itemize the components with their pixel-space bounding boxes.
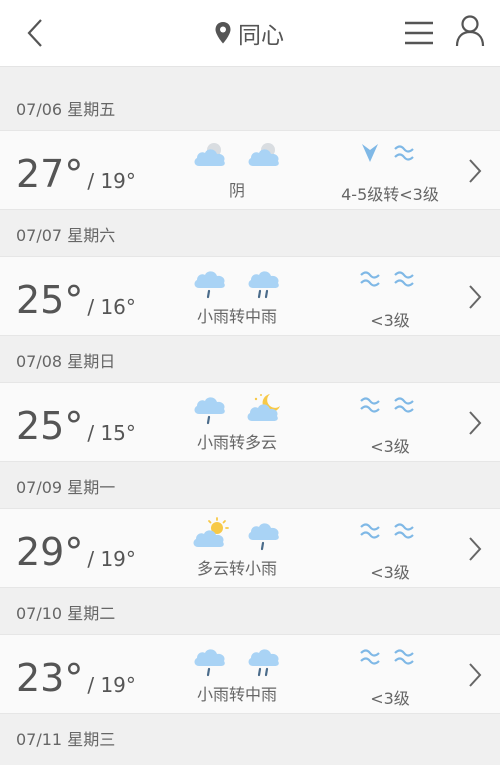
wind-desc: <3级	[370, 437, 410, 456]
user-icon	[455, 15, 485, 47]
weather-desc: 多云转小雨	[196, 559, 277, 578]
weather-desc: 小雨转中雨	[196, 307, 277, 326]
light-rain-icon	[194, 649, 225, 677]
light-rain-icon	[248, 523, 279, 551]
light-rain-icon	[248, 649, 279, 677]
light-rain-icon	[194, 271, 225, 299]
low-temp: / 16°	[87, 295, 136, 319]
wind-direction-icon	[362, 144, 378, 162]
cloudy-icon	[248, 143, 279, 166]
chevron-right-icon	[469, 285, 482, 309]
day-date-header: 07/07 星期六	[16, 226, 116, 245]
location-title[interactable]: 同心	[214, 16, 284, 50]
weather-desc: 阴	[228, 181, 245, 200]
user-button[interactable]	[454, 14, 486, 48]
chevron-left-icon	[27, 19, 42, 47]
day-date-header: 07/11 星期三	[16, 730, 116, 749]
location-pin-icon	[215, 22, 231, 44]
wind-wave-icon	[394, 271, 414, 287]
day-date-header: 07/08 星期日	[16, 352, 116, 371]
weather-desc: 小雨转中雨	[196, 685, 277, 704]
wind-wave-icon	[360, 649, 380, 665]
wind-wave-icon	[360, 397, 380, 413]
chevron-right-icon	[469, 537, 482, 561]
wind-wave-icon	[394, 397, 414, 413]
low-temp: / 15°	[87, 421, 136, 445]
wind-desc: <3级	[370, 689, 410, 708]
menu-button[interactable]	[402, 18, 436, 48]
day-date-header: 07/09 星期一	[16, 478, 116, 497]
day-forecast-row[interactable]: 29°/ 19° 多云转小雨 <3级	[0, 508, 500, 588]
back-button[interactable]	[20, 18, 50, 48]
day-forecast-row[interactable]: 27°/ 19° 阴 4-5级转<3级	[0, 130, 500, 210]
high-temp: 29°	[16, 530, 84, 574]
high-temp: 23°	[16, 656, 84, 700]
wind-desc: <3级	[370, 563, 410, 582]
wind-desc: <3级	[370, 311, 410, 330]
day-forecast-row[interactable]: 25°/ 15° 小雨转多云 <3级	[0, 382, 500, 462]
high-temp: 27°	[16, 152, 84, 196]
partly-cloudy-night-icon	[247, 394, 280, 421]
high-temp: 25°	[16, 278, 84, 322]
low-temp: / 19°	[87, 547, 136, 571]
day-date-header: 07/06 星期五	[16, 100, 116, 119]
wind-desc: 4-5级转<3级	[341, 185, 439, 204]
chevron-right-icon	[469, 663, 482, 687]
top-bar: 同心	[0, 0, 500, 67]
day-date-header: 07/10 星期二	[16, 604, 116, 623]
high-temp: 25°	[16, 404, 84, 448]
day-forecast-row[interactable]: 23°/ 19° 小雨转中雨 <3级	[0, 634, 500, 714]
wind-wave-icon	[360, 523, 380, 539]
weather-desc: 小雨转多云	[196, 433, 277, 452]
low-temp: / 19°	[87, 169, 136, 193]
wind-wave-icon	[394, 145, 414, 161]
light-rain-icon	[248, 271, 279, 299]
wind-wave-icon	[360, 271, 380, 287]
wind-wave-icon	[394, 523, 414, 539]
low-temp: / 19°	[87, 673, 136, 697]
location-name: 同心	[238, 23, 284, 49]
chevron-right-icon	[469, 159, 482, 183]
light-rain-icon	[194, 397, 225, 425]
cloudy-icon	[194, 143, 225, 166]
chevron-right-icon	[469, 411, 482, 435]
menu-icon	[405, 21, 433, 45]
day-forecast-row[interactable]: 25°/ 16° 小雨转中雨 <3级	[0, 256, 500, 336]
wind-wave-icon	[394, 649, 414, 665]
partly-cloudy-day-icon	[193, 517, 229, 547]
